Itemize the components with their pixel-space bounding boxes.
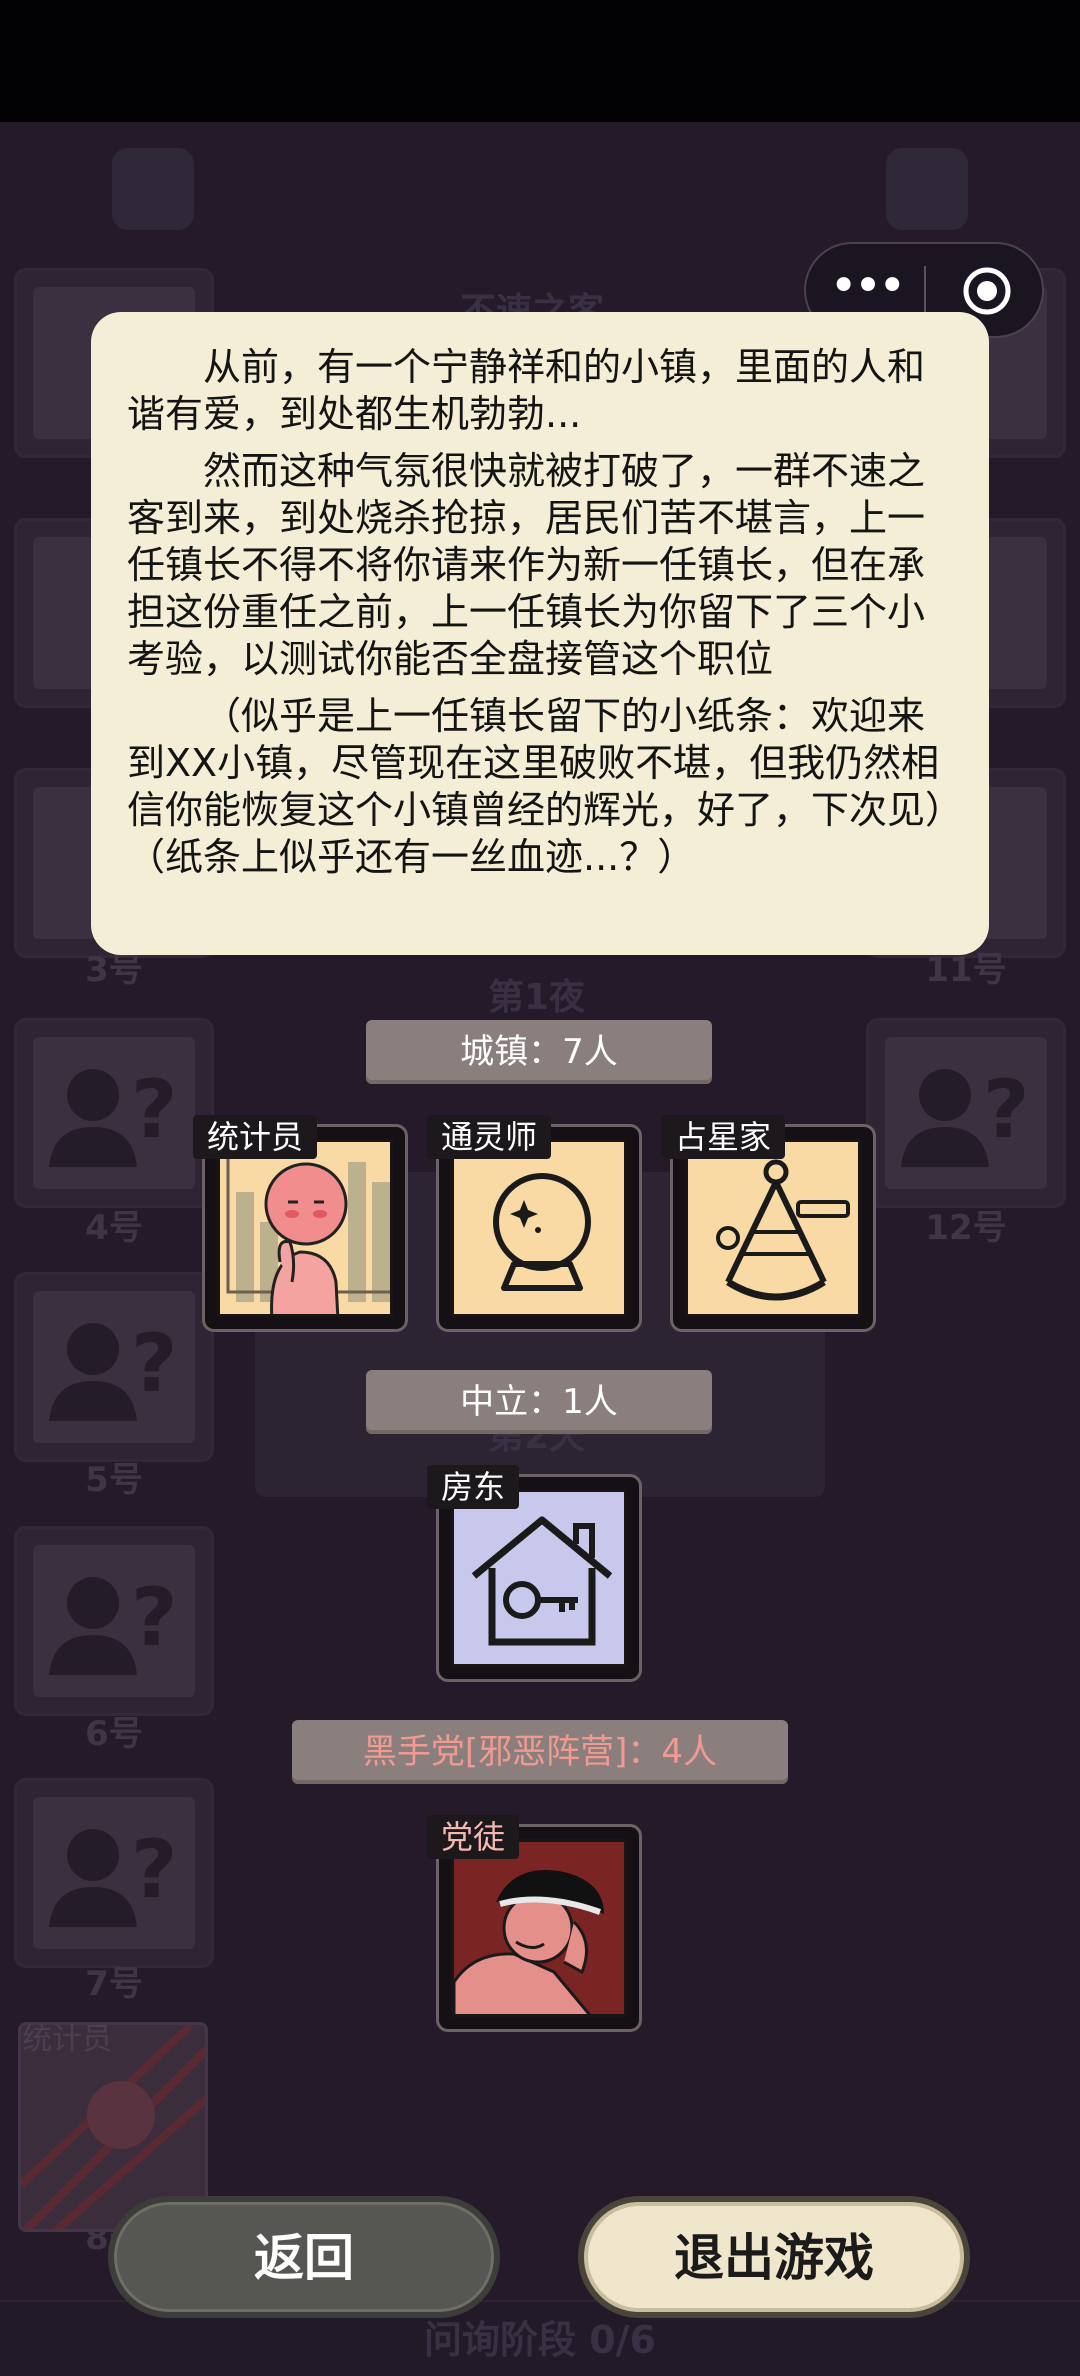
- player-number: 4号: [85, 1208, 143, 1248]
- neutral-section-header: 中立：1人: [366, 1370, 712, 1434]
- night-label: 第1夜: [488, 977, 586, 1018]
- unknown-player-icon: ?: [49, 1823, 177, 1927]
- story-dialog: 从前，有一个宁静祥和的小镇，里面的人和谐有爱，到处都生机勃勃... 然而这种气氛…: [91, 312, 989, 955]
- story-paragraph: 从前，有一个宁静祥和的小镇，里面的人和谐有爱，到处都生机勃勃...: [127, 345, 926, 436]
- role-card-statistician[interactable]: 统计员: [193, 1115, 408, 1332]
- statistician-icon: [226, 1150, 390, 1314]
- game-screen: 不速之客 3号 ? 4号 ? 5号 ? 6号 ? 7号 11号 ? 12号 第1…: [0, 0, 1080, 2376]
- house-key-icon: [471, 1516, 613, 1646]
- note-edit-icon: [886, 148, 968, 230]
- svg-text:?: ?: [131, 1063, 177, 1156]
- story-paragraph: （似乎是上一任镇长留下的小纸条：欢迎来到XX小镇，尽管现在这里破败不堪，但我仍然…: [127, 694, 945, 879]
- role-card-goon[interactable]: 党徒: [427, 1815, 642, 2032]
- role-card-landlord[interactable]: 房东: [427, 1465, 642, 1682]
- close-miniprogram-icon[interactable]: [962, 266, 1012, 316]
- sextant-icon: [716, 1159, 850, 1301]
- story-paragraph: 然而这种气氛很快就被打破了，一群不速之客到来，到处烧杀抢掠，居民们苦不堪言，上一…: [127, 449, 926, 681]
- crystal-ball-icon: [493, 1173, 591, 1291]
- capsule-divider: [924, 266, 926, 316]
- role-name: 占星家: [661, 1115, 786, 1159]
- player-slot: ?: [866, 1018, 1066, 1208]
- svg-text:?: ?: [131, 1823, 177, 1916]
- unknown-player-icon: ?: [49, 1063, 177, 1167]
- player-number: 5号: [85, 1460, 143, 1500]
- back-button[interactable]: 返回: [108, 2196, 500, 2318]
- unknown-player-icon: ?: [49, 1571, 177, 1675]
- quit-game-button[interactable]: 退出游戏: [578, 2196, 970, 2318]
- role-name: 党徒: [427, 1815, 520, 1859]
- svg-text:?: ?: [983, 1063, 1029, 1156]
- player-number: 6号: [85, 1714, 143, 1754]
- mafia-section-header: 黑手党[邪恶阵营]：4人: [292, 1720, 788, 1784]
- mafia-goon-icon: [454, 1870, 604, 2014]
- player-slot: ?: [14, 1018, 214, 1208]
- player-number: 12号: [925, 1208, 1007, 1248]
- player-slot: ?: [14, 1272, 214, 1462]
- svg-text:?: ?: [131, 1317, 177, 1410]
- unknown-player-icon: ?: [49, 1317, 177, 1421]
- map-icon: [112, 148, 194, 230]
- player-number: 7号: [85, 1964, 143, 2004]
- role-card-astrologer[interactable]: 占星家: [661, 1115, 876, 1332]
- player-role-label: 统计员: [22, 2022, 112, 2057]
- player-slot: ?: [14, 1526, 214, 1716]
- role-name: 通灵师: [427, 1115, 552, 1159]
- role-name: 房东: [427, 1465, 520, 1509]
- player-slot: ?: [14, 1778, 214, 1968]
- role-card-medium[interactable]: 通灵师: [427, 1115, 642, 1332]
- town-section-header: 城镇：7人: [366, 1020, 712, 1084]
- unknown-player-icon: ?: [901, 1063, 1029, 1167]
- role-name: 统计员: [193, 1115, 318, 1159]
- svg-text:?: ?: [131, 1571, 177, 1664]
- status-bar: [0, 0, 1080, 122]
